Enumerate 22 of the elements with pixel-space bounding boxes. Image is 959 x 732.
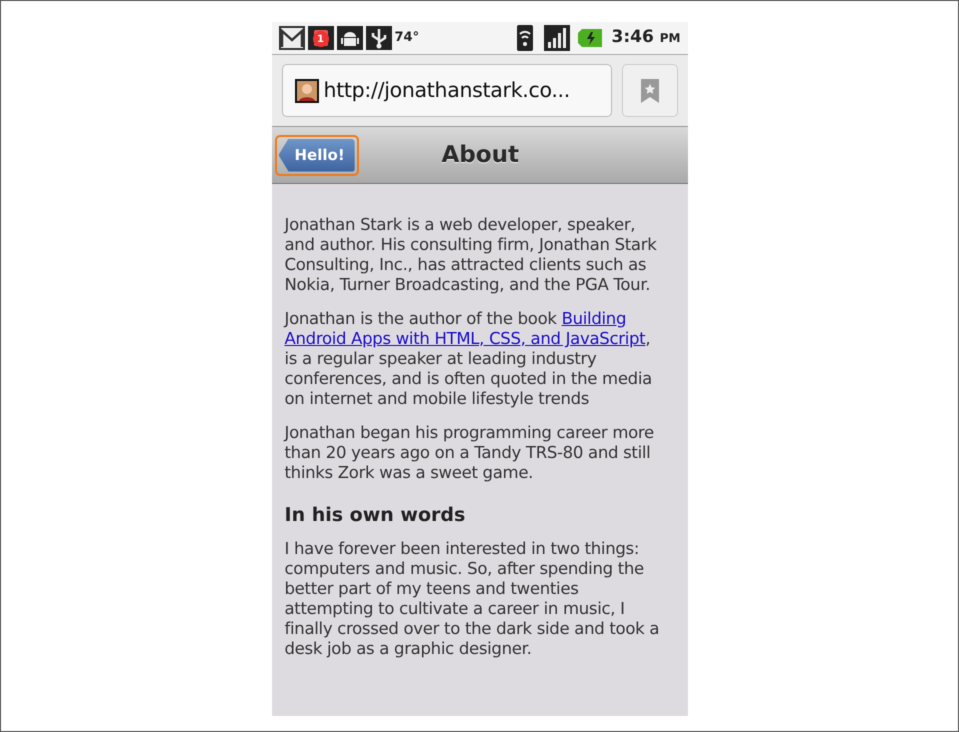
- paragraph: Jonathan is the author of the book Building Android Apps with HTML, CSS, and JavaScript, is a regular speaker at leading industry conferences, and is often quoted in the media on internet and mobile lifestyle trends: [284, 309, 653, 409]
- mail-icon: [278, 26, 304, 50]
- url-text: http://jonathanstark.co...: [324, 77, 570, 104]
- address-field[interactable]: http://jonathanstark.co...: [282, 64, 612, 117]
- back-button[interactable]: Hello!: [278, 138, 355, 172]
- link[interactable]: Android Apps with HTML, CSS, and JavaScript: [284, 329, 646, 348]
- android-icon: [336, 26, 362, 50]
- clock: 3:46 PM: [612, 26, 680, 50]
- wifi-icon: [516, 25, 533, 51]
- battery-charging-icon: [576, 28, 603, 48]
- bookmark-button[interactable]: [622, 64, 678, 117]
- paragraph: Jonathan began his programming career more than 20 years ago on a Tandy TRS-80 and still thinks Zork was a sweet game.: [284, 423, 655, 483]
- avatar-icon: [294, 78, 318, 102]
- section-heading: In his own words: [284, 503, 466, 527]
- signal-icon: [544, 25, 570, 51]
- usb-icon: [366, 26, 392, 50]
- link[interactable]: Building: [562, 309, 626, 328]
- paragraph: Jonathan Stark is a web developer, speaker, and author. His consulting firm, Jonathan Stark Consulting, Inc., has attracted clients such as Nokia, Turner Broadcasting, and the PGA Tour.: [284, 215, 658, 295]
- bookmark-icon: [640, 78, 660, 104]
- temperature: 74°: [394, 29, 420, 48]
- paragraph: I have forever been interested in two things: computers and music. So, after spending the better part of my teens and twenties attempting to cultivate a career in music, I finally crossed over to the dark side and took a desk job as a graphic designer.: [284, 539, 660, 659]
- page-title: About: [442, 140, 519, 170]
